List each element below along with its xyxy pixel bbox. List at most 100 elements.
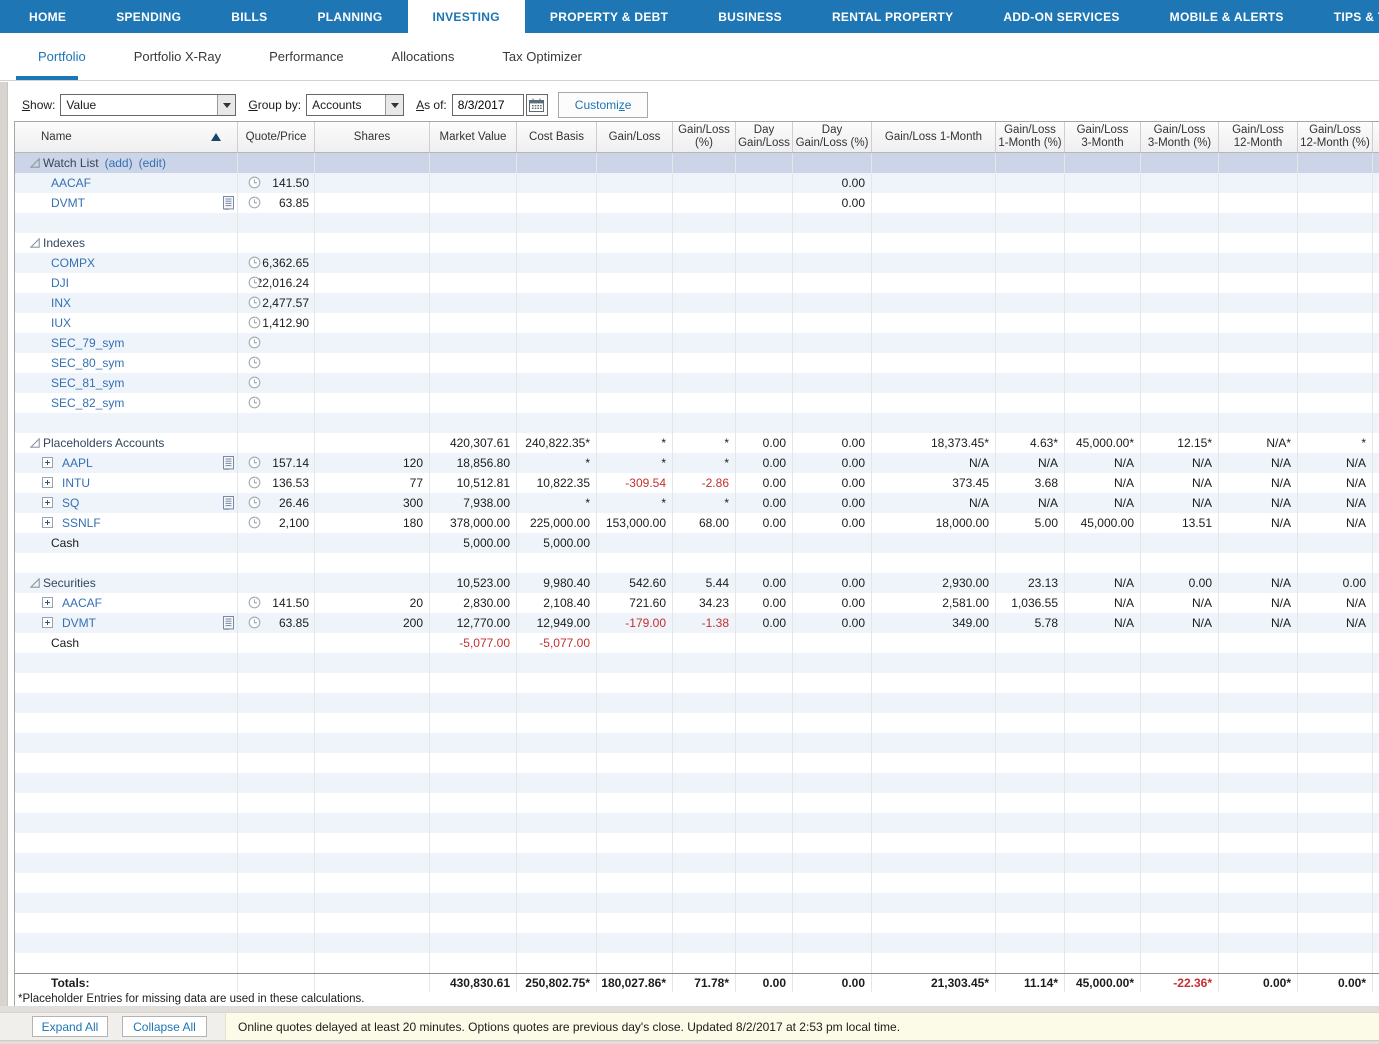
subnav-tab-portfolio[interactable]: Portfolio	[14, 33, 110, 80]
nav-tab-investing[interactable]: INVESTING	[408, 0, 525, 33]
news-icon[interactable]	[222, 616, 235, 630]
calendar-button[interactable]	[526, 94, 548, 116]
ticker-link[interactable]: SEC_79_sym	[51, 333, 124, 353]
ticker-link[interactable]: DVMT	[51, 193, 85, 213]
dropdown-arrow-icon[interactable]	[217, 95, 235, 115]
security-row-inx[interactable]: INX2,477.57	[15, 293, 1379, 313]
ticker-link[interactable]: DVMT	[62, 613, 96, 633]
group-link-add[interactable]: (add)	[105, 153, 133, 173]
expand-plus-icon[interactable]	[42, 617, 53, 628]
show-select[interactable]: Value	[60, 94, 236, 116]
subnav-tab-allocations[interactable]: Allocations	[368, 33, 479, 80]
security-row-ssnlf[interactable]: SSNLF2,100180378,000.00225,000.00153,000…	[15, 513, 1379, 533]
collapse-triangle-icon[interactable]	[30, 158, 40, 168]
security-row-aacaf[interactable]: AACAF141.50202,830.002,108.40721.6034.23…	[15, 593, 1379, 613]
ticker-link[interactable]: SQ	[62, 493, 79, 513]
ticker-link[interactable]: INTU	[62, 473, 90, 493]
ticker-link[interactable]: AAPL	[62, 453, 93, 473]
subnav-tab-performance[interactable]: Performance	[245, 33, 367, 80]
ticker-link[interactable]: AACAF	[62, 593, 102, 613]
security-row-sec-80-sym[interactable]: SEC_80_sym	[15, 353, 1379, 373]
cash-row[interactable]: Cash-5,077.00-5,077.00	[15, 633, 1379, 653]
expand-plus-icon[interactable]	[42, 497, 53, 508]
collapse-triangle-icon[interactable]	[30, 578, 40, 588]
subnav-tab-tax-optimizer[interactable]: Tax Optimizer	[478, 33, 605, 80]
cash-row[interactable]: Cash5,000.005,000.00	[15, 533, 1379, 553]
nav-tab-property-debt[interactable]: PROPERTY & DEBT	[525, 0, 693, 33]
ticker-link[interactable]: SSNLF	[62, 513, 101, 533]
column-header-m3[interactable]: Gain/Loss 3-Month	[1065, 122, 1141, 152]
nav-tab-rental-property[interactable]: RENTAL PROPERTY	[807, 0, 978, 33]
cell-gl	[597, 273, 673, 293]
column-header-m3p[interactable]: Gain/Loss 3-Month (%)	[1141, 122, 1219, 152]
group-row-indexes[interactable]: Indexes	[15, 233, 1379, 253]
group-link-edit[interactable]: (edit)	[139, 153, 166, 173]
expand-all-button[interactable]: Expand All	[32, 1016, 108, 1037]
security-row-sq[interactable]: SQ26.463007,938.00***0.000.00N/AN/AN/AN/…	[15, 493, 1379, 513]
column-header-m12[interactable]: Gain/Loss 12-Month	[1219, 122, 1298, 152]
security-row-sec-81-sym[interactable]: SEC_81_sym	[15, 373, 1379, 393]
news-icon[interactable]	[222, 496, 235, 510]
nav-tab-home[interactable]: HOME	[4, 0, 91, 33]
security-row-compx[interactable]: COMPX6,362.65	[15, 253, 1379, 273]
column-header-cb[interactable]: Cost Basis	[517, 122, 597, 152]
security-row-aapl[interactable]: AAPL157.1412018,856.80***0.000.00N/AN/AN…	[15, 453, 1379, 473]
group-row-placeholders-accounts[interactable]: Placeholders Accounts420,307.61240,822.3…	[15, 433, 1379, 453]
nav-tab-add-on-services[interactable]: ADD-ON SERVICES	[978, 0, 1144, 33]
expand-plus-icon[interactable]	[42, 597, 53, 608]
ticker-link[interactable]: DJI	[51, 273, 69, 293]
security-row-dji[interactable]: DJI22,016.24	[15, 273, 1379, 293]
column-header-gl[interactable]: Gain/Loss	[597, 122, 673, 152]
collapse-triangle-icon[interactable]	[30, 438, 40, 448]
group-row-watch-list[interactable]: Watch List(add)(edit)	[15, 153, 1379, 173]
column-header-m1[interactable]: Gain/Loss 1-Month	[872, 122, 996, 152]
news-icon[interactable]	[222, 196, 235, 210]
column-header-mv[interactable]: Market Value	[430, 122, 517, 152]
column-header-dayp[interactable]: Day Gain/Loss (%)	[793, 122, 872, 152]
security-row-intu[interactable]: INTU136.537710,512.8110,822.35-309.54-2.…	[15, 473, 1379, 493]
column-header-day[interactable]: Day Gain/Loss	[736, 122, 793, 152]
column-header-quote[interactable]: Quote/Price	[238, 122, 315, 152]
expand-plus-icon[interactable]	[42, 457, 53, 468]
security-row-dvmt[interactable]: DVMT63.850.00	[15, 193, 1379, 213]
expand-plus-icon[interactable]	[42, 517, 53, 528]
ticker-link[interactable]: SEC_82_sym	[51, 393, 124, 413]
column-header-m12p[interactable]: Gain/Loss 12-Month (%)	[1298, 122, 1373, 152]
nav-tab-tips-tutorials[interactable]: TIPS & TUTORIALS	[1309, 0, 1379, 33]
security-row-iux[interactable]: IUX1,412.90	[15, 313, 1379, 333]
column-header-m1p[interactable]: Gain/Loss 1-Month (%)	[996, 122, 1065, 152]
cell-m3: N/A	[1065, 593, 1141, 613]
collapse-all-button[interactable]: Collapse All	[122, 1016, 207, 1037]
nav-tab-spending[interactable]: SPENDING	[91, 0, 206, 33]
security-row-sec-82-sym[interactable]: SEC_82_sym	[15, 393, 1379, 413]
ticker-link[interactable]: AACAF	[51, 173, 91, 193]
nav-tab-mobile-alerts[interactable]: MOBILE & ALERTS	[1145, 0, 1309, 33]
cell-shares	[315, 193, 430, 213]
collapse-triangle-icon[interactable]	[30, 238, 40, 248]
ticker-link[interactable]: SEC_81_sym	[51, 373, 124, 393]
security-row-sec-79-sym[interactable]: SEC_79_sym	[15, 333, 1379, 353]
column-header-glp[interactable]: Gain/Loss (%)	[673, 122, 736, 152]
customize-button[interactable]: Customize	[558, 92, 649, 118]
column-header-name[interactable]: Name	[15, 122, 238, 152]
groupby-select[interactable]: Accounts	[306, 94, 404, 116]
dropdown-arrow-icon[interactable]	[385, 95, 403, 115]
nav-tab-planning[interactable]: PLANNING	[292, 0, 407, 33]
nav-tab-bills[interactable]: BILLS	[206, 0, 292, 33]
security-row-dvmt[interactable]: DVMT63.8520012,770.0012,949.00-179.00-1.…	[15, 613, 1379, 633]
cell-stub	[1373, 613, 1379, 633]
nav-tab-business[interactable]: BUSINESS	[693, 0, 807, 33]
subnav-tab-portfolio-x-ray[interactable]: Portfolio X-Ray	[110, 33, 245, 80]
ticker-link[interactable]: SEC_80_sym	[51, 353, 124, 373]
ticker-link[interactable]: IUX	[51, 313, 71, 333]
asof-date-input[interactable]	[452, 94, 524, 116]
ticker-link[interactable]: INX	[51, 293, 71, 313]
ticker-link[interactable]: COMPX	[51, 253, 95, 273]
cell-mv: 378,000.00	[430, 513, 517, 533]
group-row-securities[interactable]: Securities10,523.009,980.40542.605.440.0…	[15, 573, 1379, 593]
column-header-shares[interactable]: Shares	[315, 122, 430, 152]
expand-plus-icon[interactable]	[42, 477, 53, 488]
cell-m12p	[1298, 953, 1373, 973]
security-row-aacaf[interactable]: AACAF141.500.00	[15, 173, 1379, 193]
news-icon[interactable]	[222, 456, 235, 470]
